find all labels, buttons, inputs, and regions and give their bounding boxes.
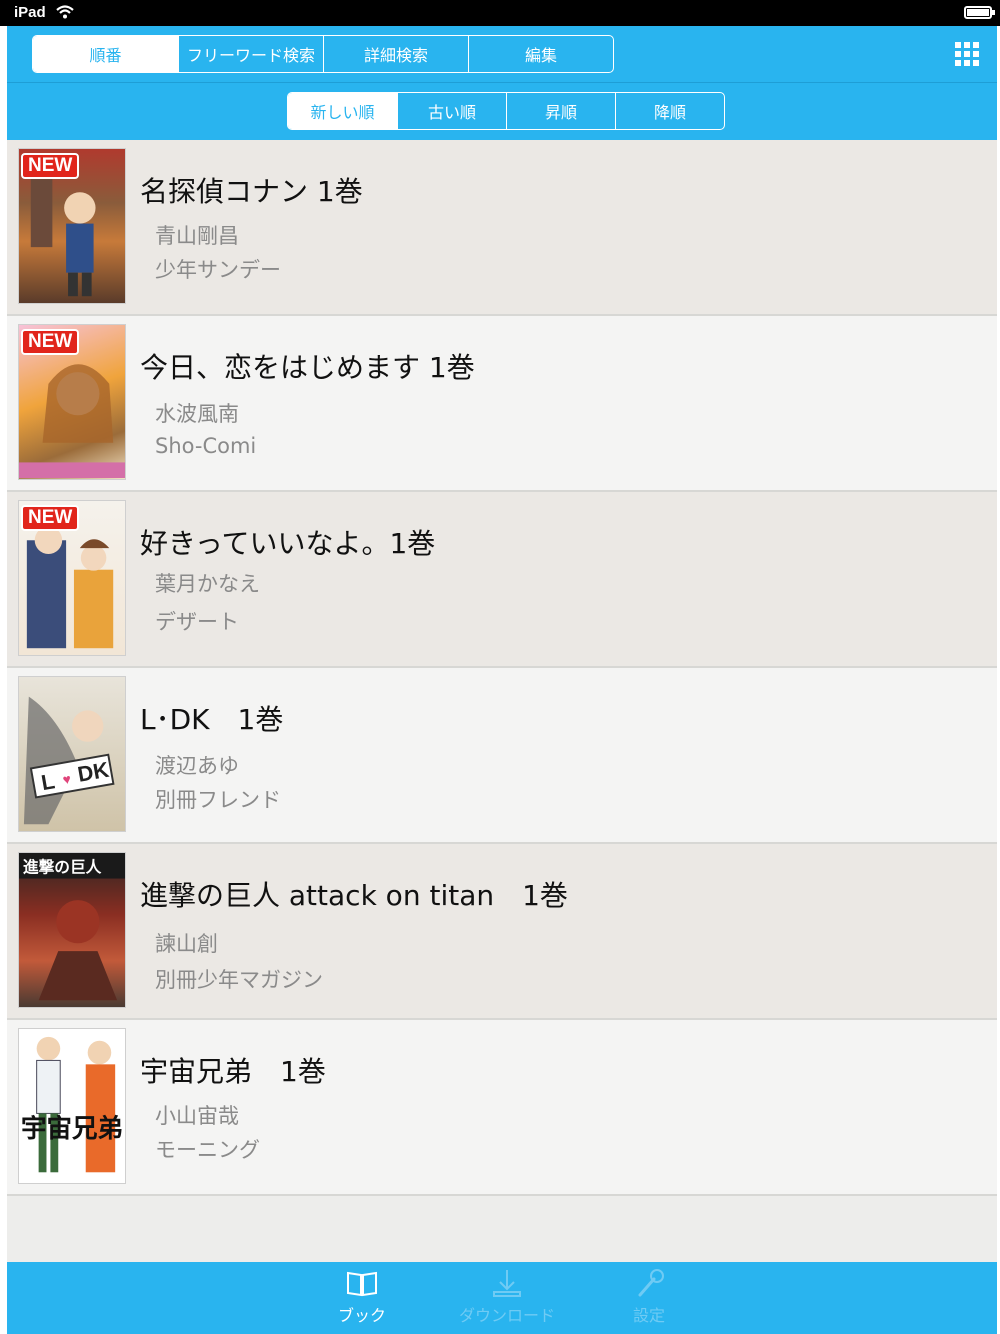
sort-toolbar: 新しい順 古い順 昇順 降順 xyxy=(7,83,997,140)
book-author: 小山宙哉 xyxy=(155,1104,239,1128)
tab-label: 設定 xyxy=(632,1306,665,1325)
download-icon xyxy=(493,1270,521,1297)
tab-label: ダウンロード xyxy=(458,1306,555,1325)
book-title: L･DK 1巻 xyxy=(140,703,284,736)
book-magazine: Sho-Comi xyxy=(155,434,257,458)
book-list: NEW 名探偵コナン 1巻 青山剛昌 少年サンデー NEW 今日、恋をはじめます… xyxy=(7,140,997,1196)
cover-art: 宇宙兄弟 xyxy=(21,1036,123,1173)
book-magazine: 少年サンデー xyxy=(155,258,281,282)
book-row[interactable]: L ♥ DK L･DK 1巻 渡辺あゆ 別冊フレンド xyxy=(7,668,997,844)
sort-descending[interactable]: 降順 xyxy=(615,93,724,129)
sort-ascending[interactable]: 昇順 xyxy=(506,93,615,129)
book-title: 好きっていいなよ。1巻 xyxy=(140,527,436,560)
tab-label: ブック xyxy=(337,1306,386,1325)
app-window: 順番 フリーワード検索 詳細検索 編集 新しい順 古い順 昇順 降順 NEW 名… xyxy=(7,26,997,1334)
book-row[interactable]: NEW 今日、恋をはじめます 1巻 水波風南 Sho-Comi xyxy=(7,316,997,492)
svg-text:宇宙兄弟: 宇宙兄弟 xyxy=(21,1114,123,1144)
book-magazine: 別冊フレンド xyxy=(155,788,281,812)
book-row[interactable]: NEW 名探偵コナン 1巻 青山剛昌 少年サンデー xyxy=(7,140,997,316)
sort-segmented-control: 新しい順 古い順 昇順 降順 xyxy=(287,92,725,130)
book-cover: NEW xyxy=(18,148,126,304)
book-row[interactable]: 進撃の巨人 進撃の巨人 attack on titan 1巻 諫山創 別冊少年マ… xyxy=(7,844,997,1020)
sort-oldest[interactable]: 古い順 xyxy=(397,93,506,129)
new-badge: NEW xyxy=(21,505,80,531)
book-author: 水波風南 xyxy=(155,402,239,426)
segment-advanced-search[interactable]: 詳細検索 xyxy=(323,36,468,72)
tab-book[interactable]: ブック xyxy=(302,1268,422,1330)
battery-icon xyxy=(964,6,995,19)
svg-text:進撃の巨人: 進撃の巨人 xyxy=(23,858,102,877)
book-author: 青山剛昌 xyxy=(155,224,239,248)
book-cover: L ♥ DK xyxy=(18,676,126,832)
book-title: 宇宙兄弟 1巻 xyxy=(140,1055,326,1088)
book-author: 葉月かなえ xyxy=(155,572,260,596)
wrench-icon xyxy=(638,1269,664,1297)
new-badge: NEW xyxy=(21,153,80,179)
sort-newest[interactable]: 新しい順 xyxy=(288,93,397,129)
book-title: 今日、恋をはじめます 1巻 xyxy=(140,351,475,384)
bottom-tab-bar: ブック ダウンロード 設定 xyxy=(7,1262,997,1334)
segment-order[interactable]: 順番 xyxy=(33,36,178,72)
grid-view-icon[interactable] xyxy=(955,42,979,66)
tab-settings[interactable]: 設定 xyxy=(589,1268,709,1330)
book-magazine: 別冊少年マガジン xyxy=(155,968,323,992)
book-author: 渡辺あゆ xyxy=(155,754,239,778)
status-bar: iPad xyxy=(0,0,1000,26)
cover-art: 進撃の巨人 xyxy=(19,853,125,1001)
segment-edit[interactable]: 編集 xyxy=(468,36,613,72)
book-magazine: デザート xyxy=(155,610,239,634)
book-cover: NEW xyxy=(18,500,126,656)
carrier-label: iPad xyxy=(14,4,46,21)
wifi-icon xyxy=(56,5,74,19)
book-author: 諫山創 xyxy=(155,932,218,956)
book-title: 名探偵コナン 1巻 xyxy=(140,175,363,208)
top-toolbar: 順番 フリーワード検索 詳細検索 編集 xyxy=(7,26,997,83)
book-row[interactable]: 宇宙兄弟 宇宙兄弟 1巻 小山宙哉 モーニング xyxy=(7,1020,997,1196)
book-cover: 宇宙兄弟 xyxy=(18,1028,126,1184)
book-row[interactable]: NEW 好きっていいなよ。1巻 葉月かなえ デザート xyxy=(7,492,997,668)
book-icon xyxy=(347,1271,377,1297)
book-title: 進撃の巨人 attack on titan 1巻 xyxy=(140,879,568,912)
cover-art: L ♥ DK xyxy=(23,696,115,825)
book-cover: NEW xyxy=(18,324,126,480)
main-segmented-control: 順番 フリーワード検索 詳細検索 編集 xyxy=(32,35,614,73)
new-badge: NEW xyxy=(21,329,80,355)
segment-freeword-search[interactable]: フリーワード検索 xyxy=(178,36,323,72)
book-cover: 進撃の巨人 xyxy=(18,852,126,1008)
tab-download[interactable]: ダウンロード xyxy=(447,1268,567,1330)
book-magazine: モーニング xyxy=(155,1138,260,1162)
